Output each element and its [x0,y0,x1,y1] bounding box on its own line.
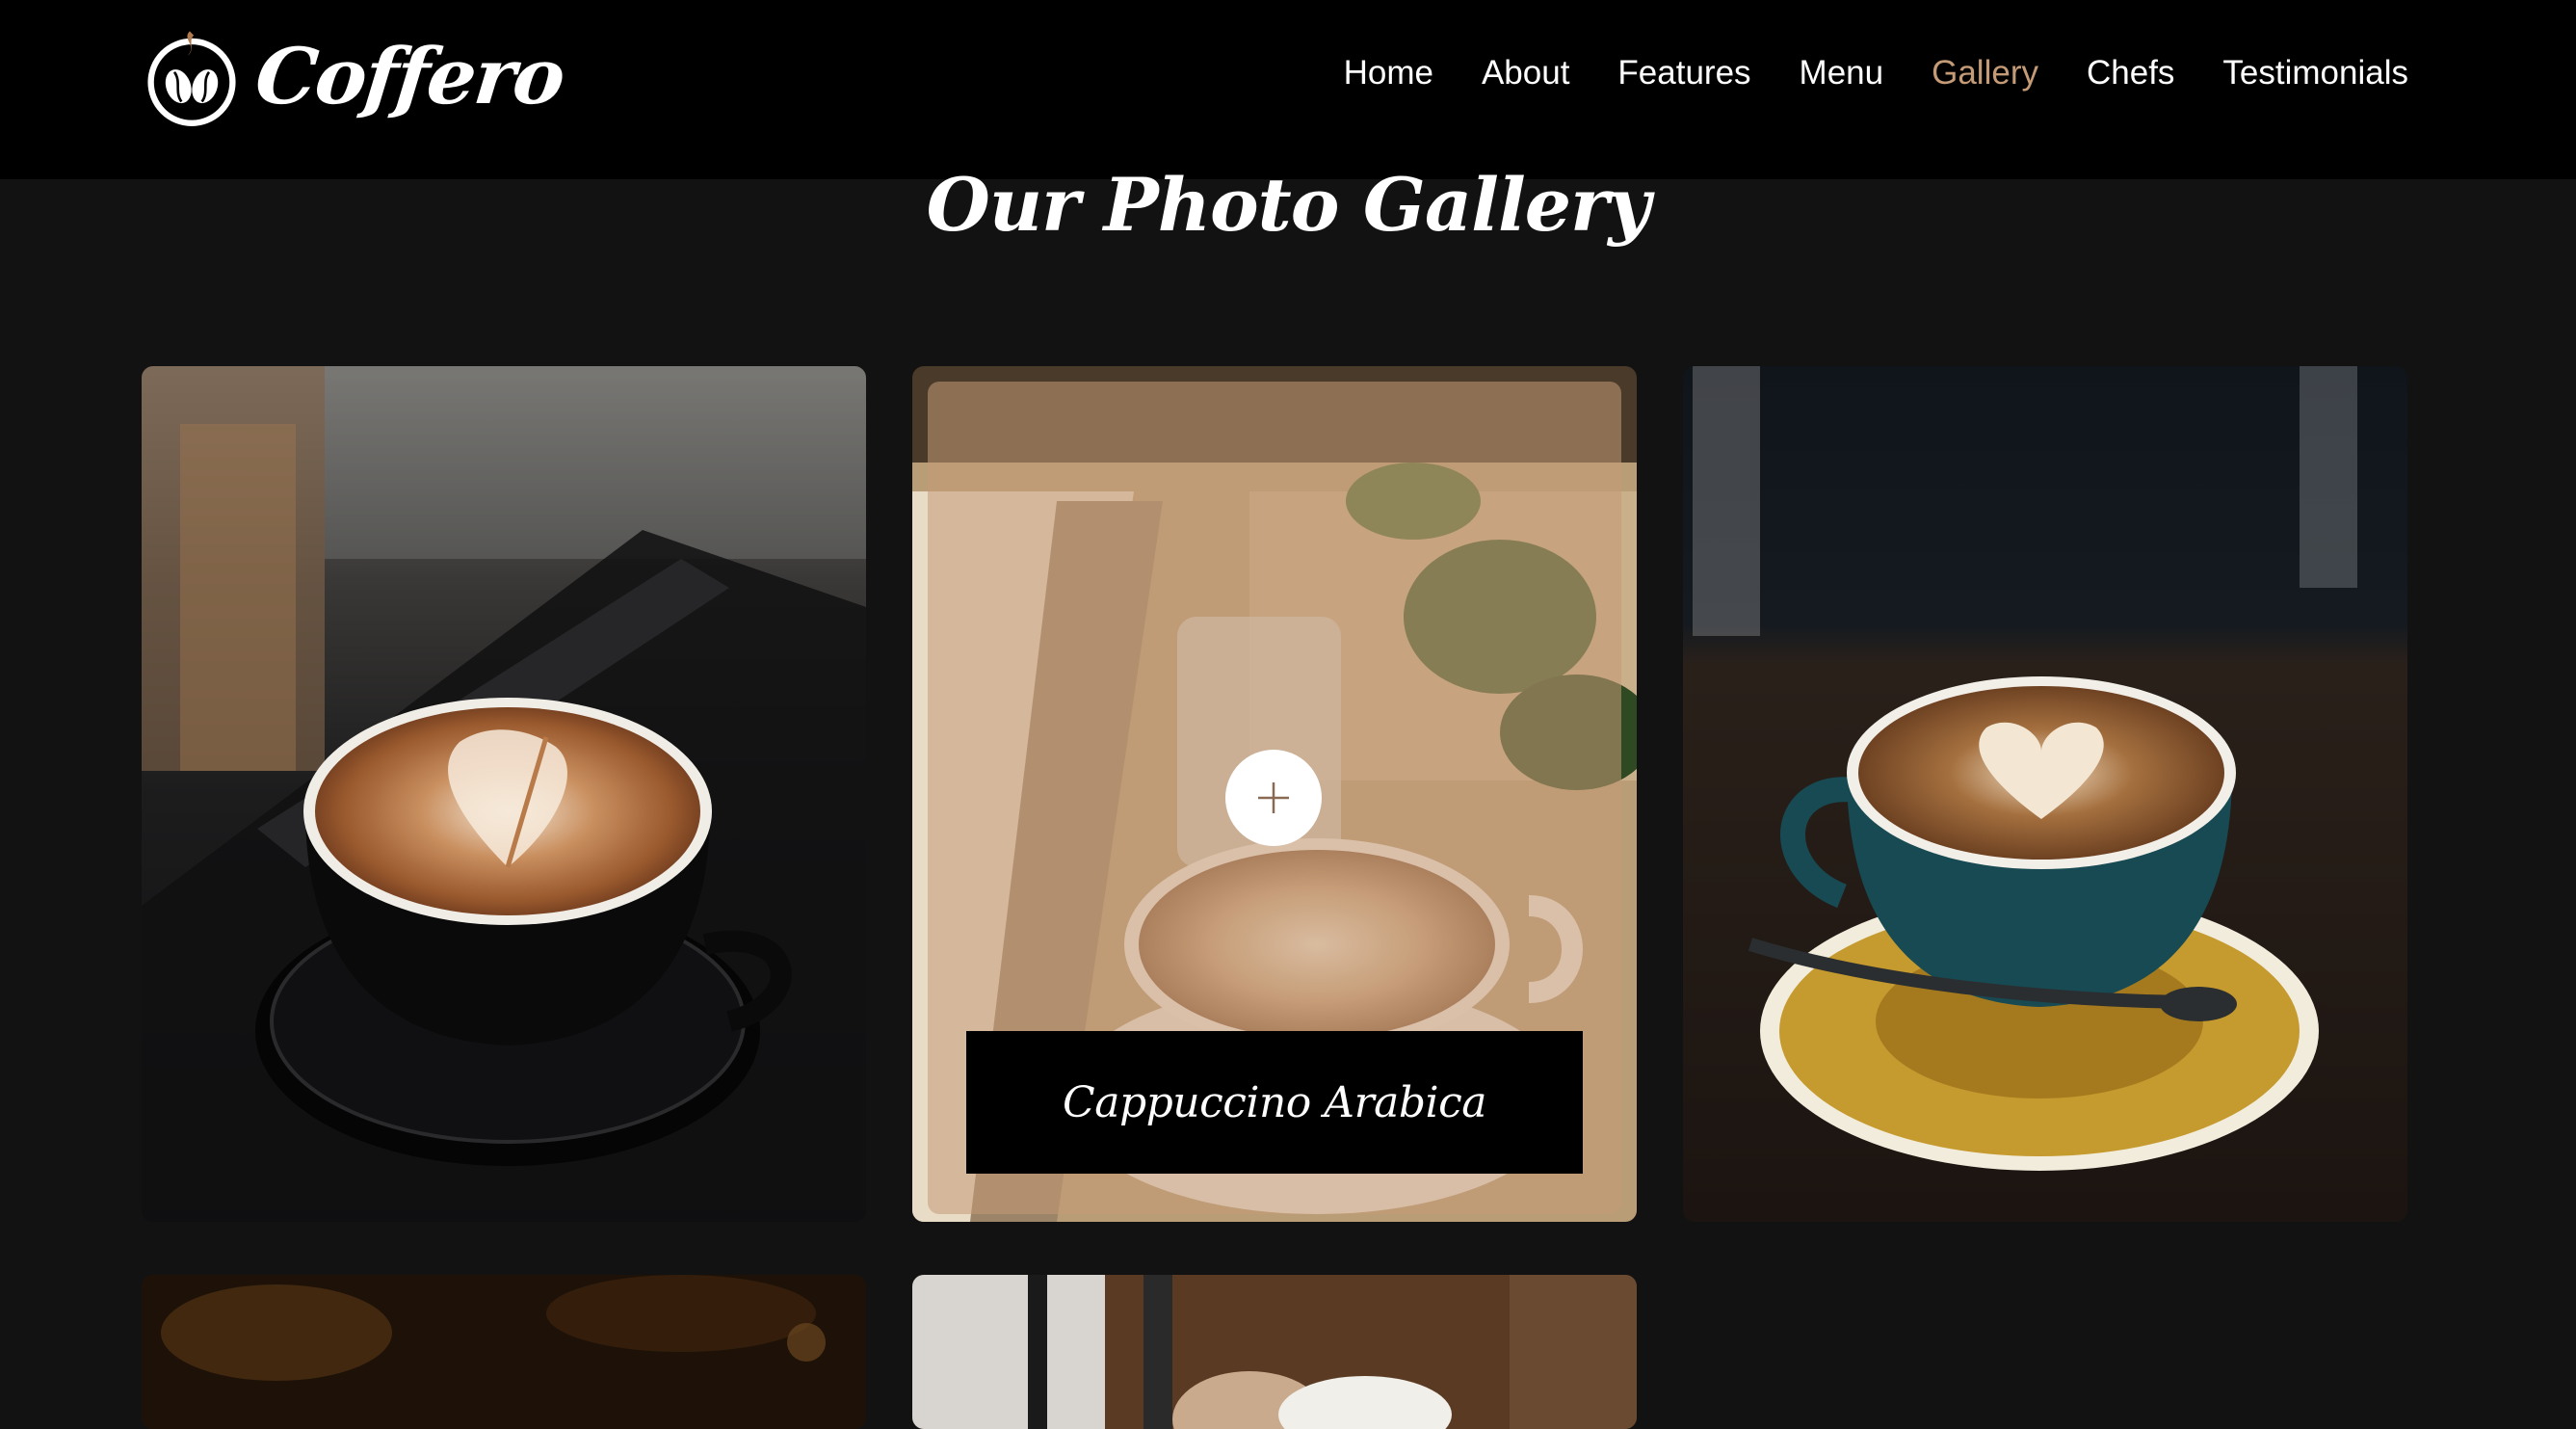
gallery-item-4[interactable] [142,1275,866,1429]
gallery-item-3[interactable] [1683,366,2407,1222]
gallery-caption-text: Cappuccino Arabica [1063,1077,1486,1127]
nav-item-about[interactable]: About [1482,54,1569,93]
nav-item-testimonials[interactable]: Testimonials [2222,54,2408,93]
brand-logo[interactable]: Coffero [141,15,567,137]
coffee-bean-cup-icon [147,31,236,126]
nav-item-chefs[interactable]: Chefs [2087,54,2174,93]
gallery-photo-4 [142,1275,866,1429]
brand-name: Coffero [251,31,568,121]
plus-icon [1258,782,1289,813]
gallery-photo-3 [1683,366,2407,1222]
nav-item-gallery[interactable]: Gallery [1932,54,2038,93]
zoom-button[interactable] [1225,750,1322,846]
gallery-photo-5 [912,1275,1637,1429]
gallery-item-5[interactable] [912,1275,1637,1429]
gallery-photo-1 [142,366,866,1222]
gallery-caption: Cappuccino Arabica [966,1031,1583,1174]
nav-item-menu[interactable]: Menu [1800,54,1884,93]
gallery-title: Our Photo Gallery [926,162,1651,248]
gallery-item-2[interactable]: Cappuccino Arabica [912,366,1637,1222]
site-header: Coffero Home About Features Menu Gallery… [0,0,2576,179]
nav-item-home[interactable]: Home [1344,54,1433,93]
nav-item-features[interactable]: Features [1617,54,1750,93]
gallery-item-1[interactable] [142,366,866,1222]
main-nav: Home About Features Menu Gallery Chefs T… [1344,54,2408,93]
